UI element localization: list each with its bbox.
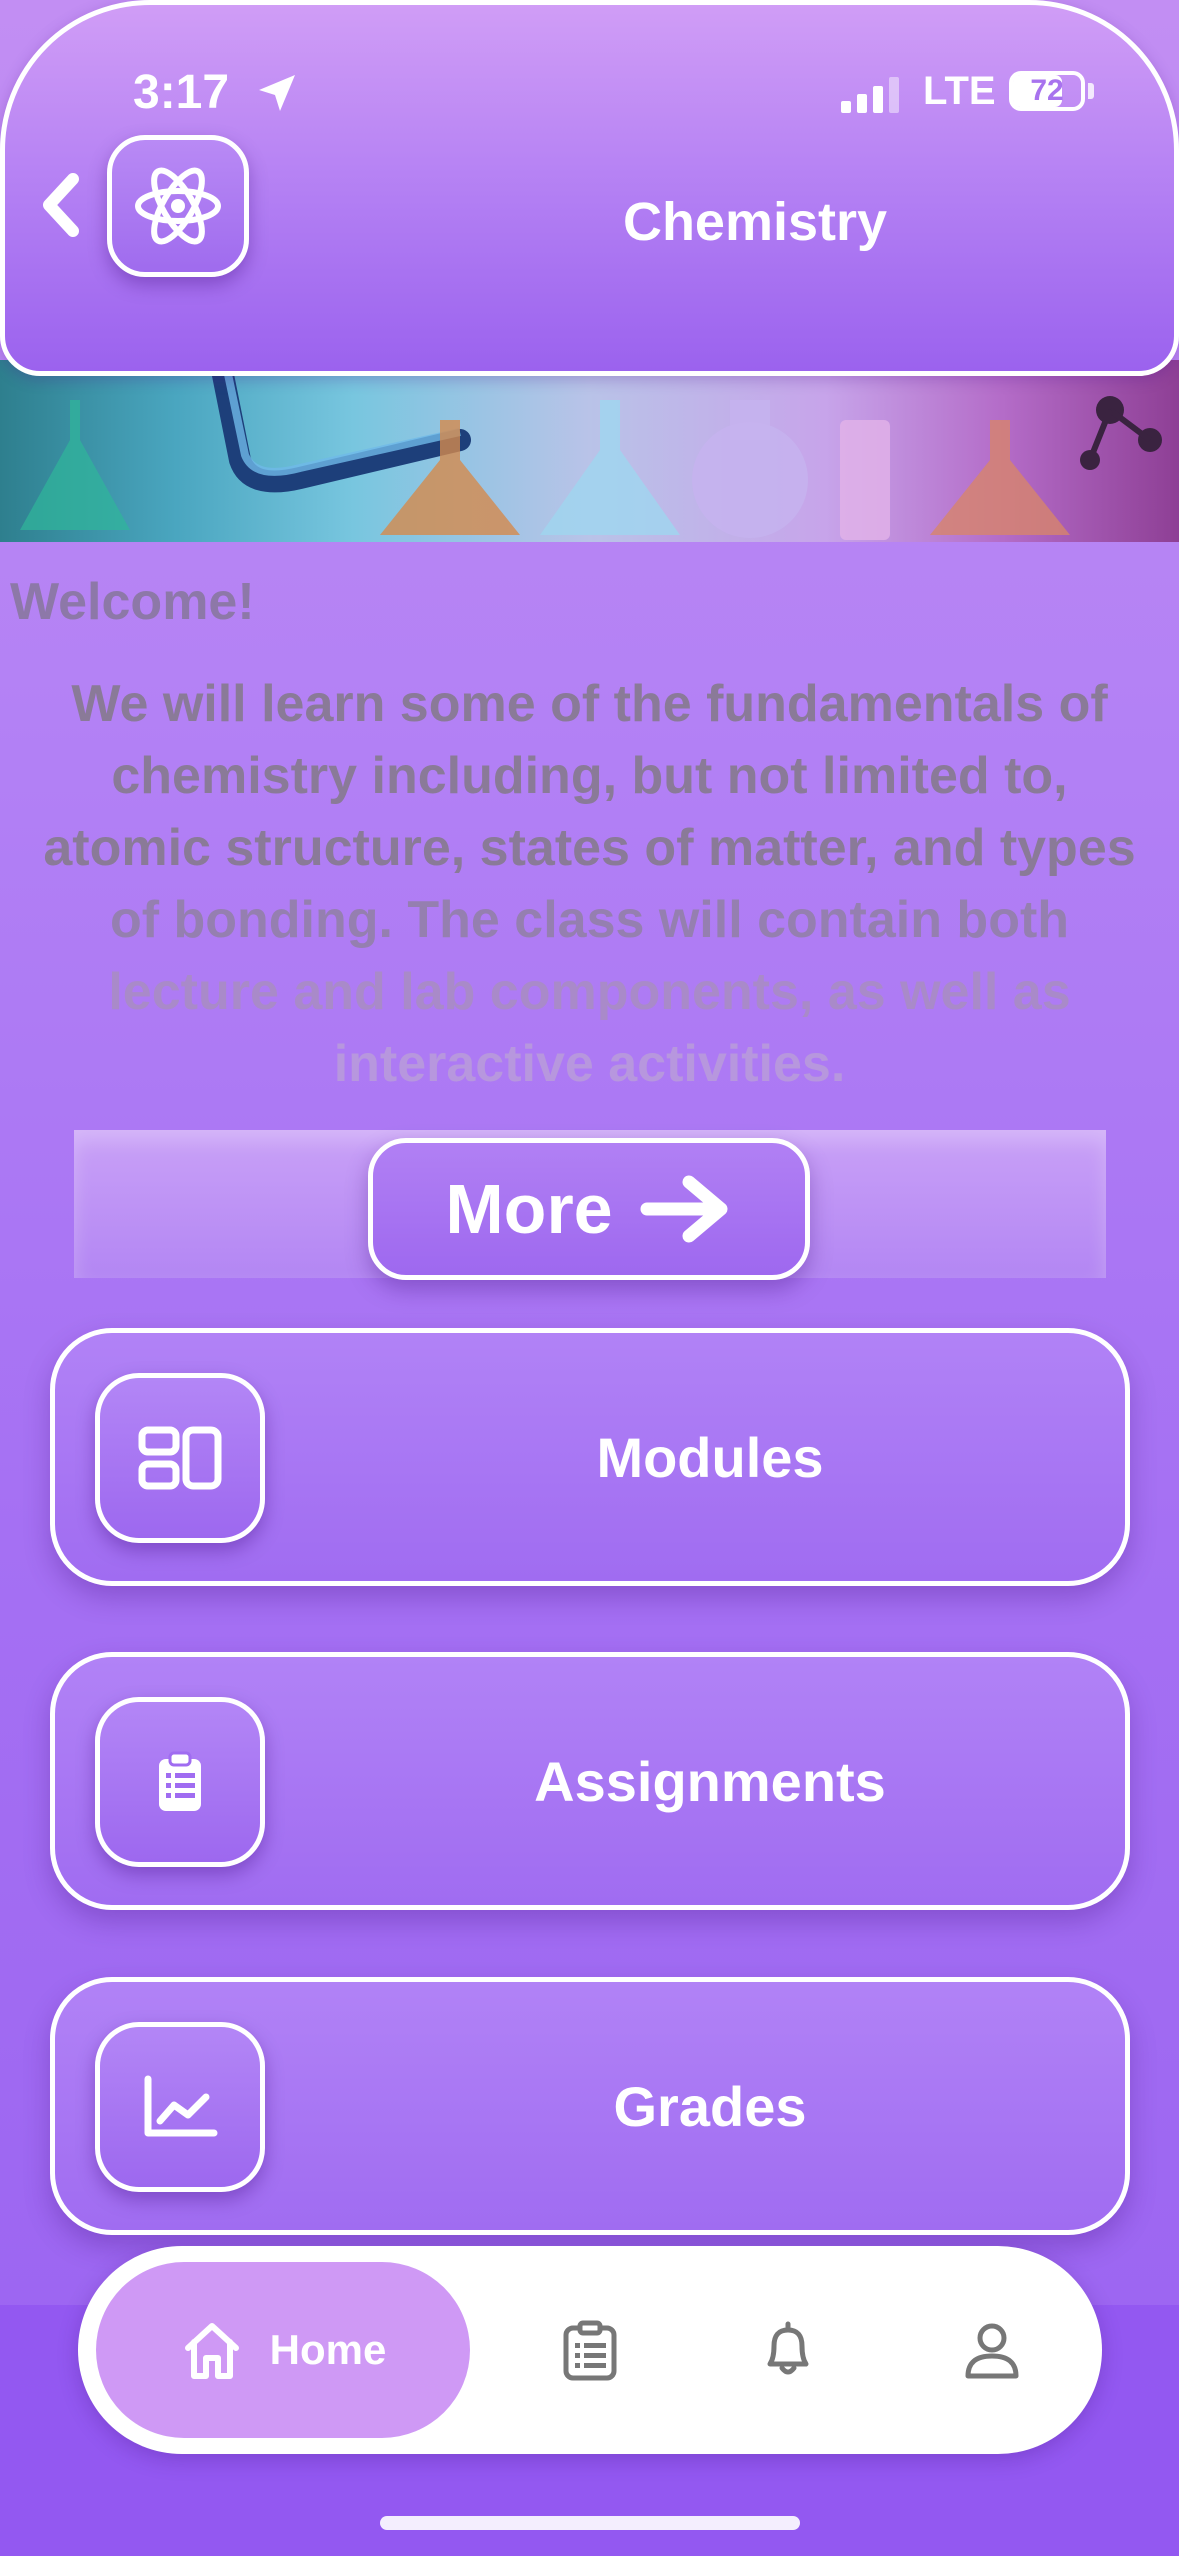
clipboard-list-icon	[563, 2320, 617, 2381]
lab-glassware-illustration	[20, 360, 1162, 540]
back-chevron-icon[interactable]	[33, 169, 89, 241]
grades-card[interactable]: Grades	[50, 1977, 1130, 2235]
lab-banner-image	[0, 360, 1179, 542]
modules-icon-tile	[95, 1373, 265, 1543]
tab-home-label: Home	[269, 2326, 387, 2373]
description-line: of bonding. The class will contain both	[109, 891, 1070, 949]
battery-icon: 72	[1009, 71, 1085, 111]
grades-icon-tile	[95, 2022, 265, 2192]
battery-percent: 72	[1030, 74, 1064, 107]
welcome-heading: Welcome!	[10, 573, 255, 631]
signal-icon	[841, 77, 899, 113]
arrow-right-icon	[640, 1175, 728, 1243]
description-line: chemistry including, but not limited to,	[111, 747, 1068, 805]
status-time: 3:17	[133, 66, 230, 119]
clipboard-icon	[159, 1751, 201, 1811]
network-label: LTE	[923, 69, 996, 113]
home-icon	[184, 2323, 239, 2379]
description-line: atomic structure, states of matter, and …	[43, 819, 1136, 877]
modules-label: Modules	[596, 1425, 824, 1489]
user-icon	[965, 2323, 1019, 2379]
assignments-icon-tile	[95, 1697, 265, 1867]
home-indicator	[380, 2516, 800, 2530]
description-line: lecture and lab components, as well as	[108, 963, 1071, 1021]
line-chart-icon	[144, 2075, 218, 2137]
more-label: More	[445, 1170, 613, 1248]
tab-profile[interactable]	[950, 2308, 1034, 2392]
battery-tip	[1088, 83, 1094, 99]
course-description: We will learn some of the fundamentals o…	[0, 668, 1179, 1100]
tab-home[interactable]: Home	[96, 2262, 470, 2438]
assignments-label: Assignments	[534, 1749, 886, 1813]
app-header: 3:17 LTE 72 Chemistry	[0, 0, 1179, 376]
atom-icon	[135, 167, 221, 245]
modules-icon	[138, 1426, 222, 1490]
location-arrow-icon	[259, 75, 295, 111]
bell-icon	[767, 2321, 809, 2375]
assignments-card[interactable]: Assignments	[50, 1652, 1130, 1910]
description-line: interactive activities.	[333, 1035, 846, 1093]
bottom-tab-bar: Home	[78, 2246, 1102, 2454]
description-line: We will learn some of the fundamentals o…	[71, 675, 1108, 733]
tab-assignments[interactable]	[548, 2308, 632, 2392]
grades-label: Grades	[613, 2074, 807, 2138]
page-title: Chemistry	[622, 192, 888, 252]
course-icon-tile	[107, 135, 249, 277]
modules-card[interactable]: Modules	[50, 1328, 1130, 1586]
more-button[interactable]: More	[368, 1138, 810, 1280]
tab-notifications[interactable]	[746, 2308, 830, 2392]
